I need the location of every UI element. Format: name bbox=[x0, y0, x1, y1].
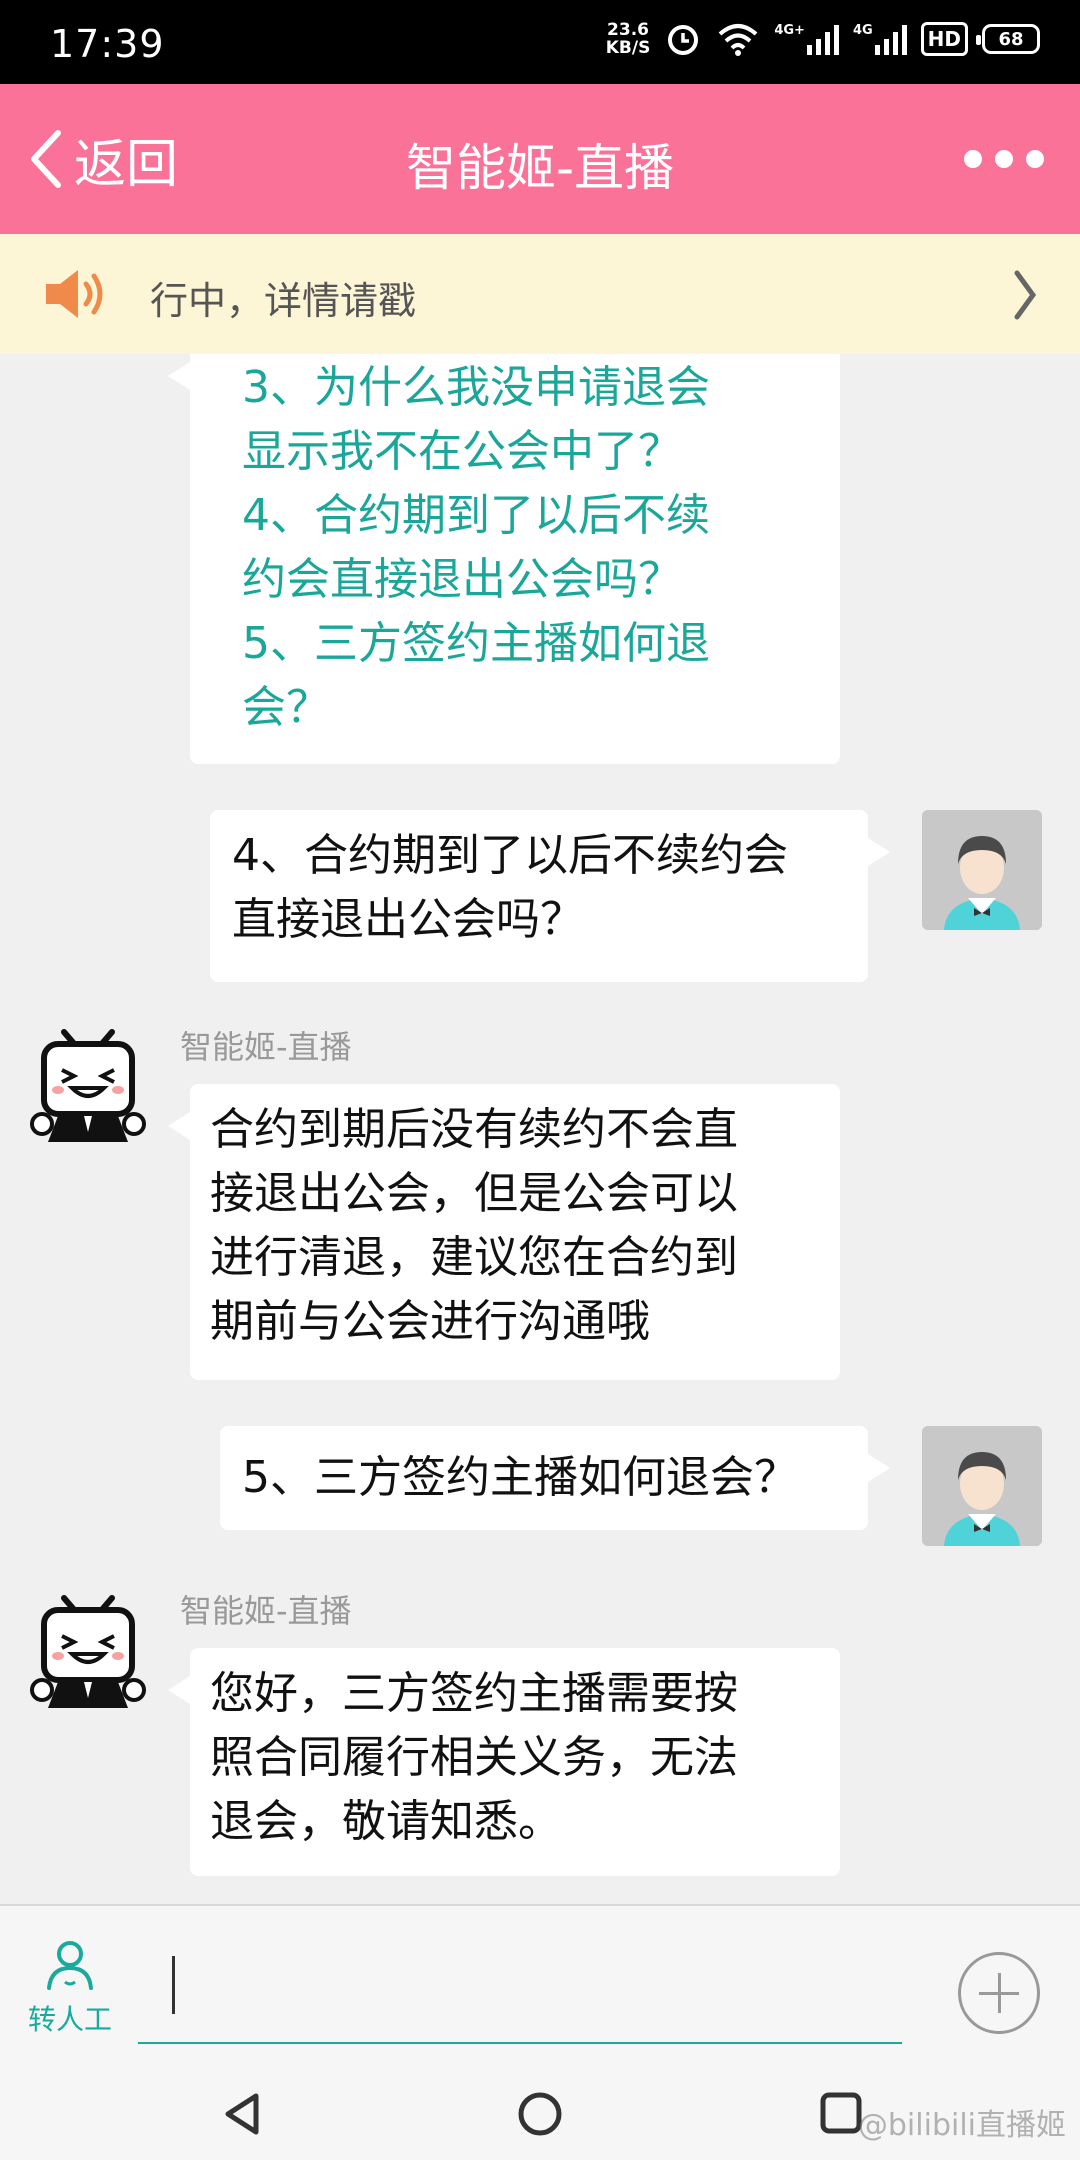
faq-question-link[interactable]: 显示我不在公会中了？ bbox=[242, 420, 820, 484]
user-message: 5、三方签约主播如何退会？ bbox=[220, 1426, 890, 1530]
transfer-to-human-button[interactable]: 转人工 bbox=[20, 1938, 120, 2038]
app-header: 返回 智能姬-直播 bbox=[0, 84, 1080, 234]
more-dots-icon bbox=[964, 150, 982, 168]
bot-message: 合约到期后没有续约不会直 接退出公会，但是公会可以 进行清退，建议您在合约到 期… bbox=[168, 1084, 840, 1380]
user-avatar-icon bbox=[922, 810, 1042, 930]
sender-name: 智能姬-直播 bbox=[180, 1028, 352, 1066]
user-avatar[interactable] bbox=[922, 810, 1042, 930]
status-icons: 23.6 KB/S 4G+ 4G HD 68 bbox=[606, 20, 1040, 58]
page-title: 智能姬-直播 bbox=[405, 139, 675, 197]
faq-question-link[interactable]: 约会直接退出公会吗？ bbox=[242, 548, 820, 612]
signal-icon bbox=[806, 25, 839, 55]
person-icon bbox=[47, 1941, 93, 1990]
message-line: 期前与公会进行沟通哦 bbox=[210, 1296, 650, 1347]
chevron-right-icon bbox=[1014, 270, 1037, 320]
bot-avatar[interactable] bbox=[28, 1590, 148, 1710]
faq-question-link[interactable]: 3、为什么我没申请退会 bbox=[242, 356, 820, 420]
status-bar: 17:39 23.6 KB/S 4G+ 4G HD 68 bbox=[0, 0, 1080, 84]
user-avatar-icon bbox=[922, 1426, 1042, 1546]
message-line: 退会，敬请知悉。 bbox=[210, 1796, 562, 1847]
back-triangle-icon[interactable] bbox=[220, 2090, 264, 2138]
message-line: 接退出公会，但是公会可以 bbox=[210, 1168, 738, 1219]
transfer-label: 转人工 bbox=[27, 2003, 112, 2036]
battery-icon: 68 bbox=[976, 24, 1040, 54]
bot-message: 您好，三方签约主播需要按 照合同履行相关义务，无法 退会，敬请知悉。 bbox=[168, 1648, 840, 1876]
home-circle-icon[interactable] bbox=[516, 2090, 564, 2138]
faq-bubble: 3、为什么我没申请退会 显示我不在公会中了？ 4、合约期到了以后不续 约会直接退… bbox=[168, 354, 840, 764]
hd-icon: HD bbox=[920, 22, 968, 56]
status-time: 17:39 bbox=[50, 22, 165, 66]
chat-area[interactable]: 3、为什么我没申请退会 显示我不在公会中了？ 4、合约期到了以后不续 约会直接退… bbox=[0, 354, 1080, 1904]
faq-question-link[interactable]: 4、合约期到了以后不续 bbox=[242, 484, 820, 548]
watermark: @bilibili直播姬 bbox=[857, 2108, 1066, 2143]
message-input[interactable] bbox=[138, 1926, 902, 2044]
add-button[interactable] bbox=[958, 1952, 1040, 2034]
input-bar: 转人工 bbox=[0, 1904, 1080, 2068]
speaker-icon bbox=[46, 270, 103, 318]
net-speed: 23.6 KB/S bbox=[605, 20, 651, 58]
message-line: 进行清退，建议您在合约到 bbox=[210, 1232, 738, 1283]
signal-2: 4G bbox=[853, 23, 907, 55]
message-line: 照合同履行相关义务，无法 bbox=[210, 1732, 738, 1783]
message-line: 合约到期后没有续约不会直 bbox=[210, 1104, 738, 1155]
user-message: 4、合约期到了以后不续约会 直接退出公会吗？ bbox=[210, 810, 890, 982]
faq-question-link[interactable]: 5、三方签约主播如何退 bbox=[242, 612, 820, 676]
notice-bar[interactable]: 行中，详情请戳 bbox=[0, 234, 1080, 354]
user-avatar[interactable] bbox=[922, 1426, 1042, 1546]
message-line: 4、合约期到了以后不续约会 bbox=[232, 830, 788, 881]
message-line: 5、三方签约主播如何退会？ bbox=[242, 1452, 798, 1503]
signal-icon bbox=[874, 25, 907, 55]
sender-name: 智能姬-直播 bbox=[180, 1592, 352, 1630]
tv-mascot-icon bbox=[30, 1595, 146, 1708]
wifi-icon bbox=[719, 24, 758, 56]
text-cursor bbox=[172, 1956, 175, 2014]
system-nav-bar: @bilibili直播姬 bbox=[0, 2068, 1080, 2160]
alarm-icon bbox=[668, 25, 699, 55]
faq-question-link[interactable]: 会？ bbox=[242, 676, 820, 740]
signal-1: 4G+ bbox=[774, 23, 839, 55]
notice-text: 行中，详情请戳 bbox=[150, 279, 417, 323]
tv-mascot-icon bbox=[30, 1029, 146, 1142]
more-button[interactable] bbox=[964, 144, 1044, 174]
message-line: 直接退出公会吗？ bbox=[232, 894, 584, 945]
message-line: 您好，三方签约主播需要按 bbox=[210, 1668, 738, 1719]
bot-avatar[interactable] bbox=[28, 1024, 148, 1144]
